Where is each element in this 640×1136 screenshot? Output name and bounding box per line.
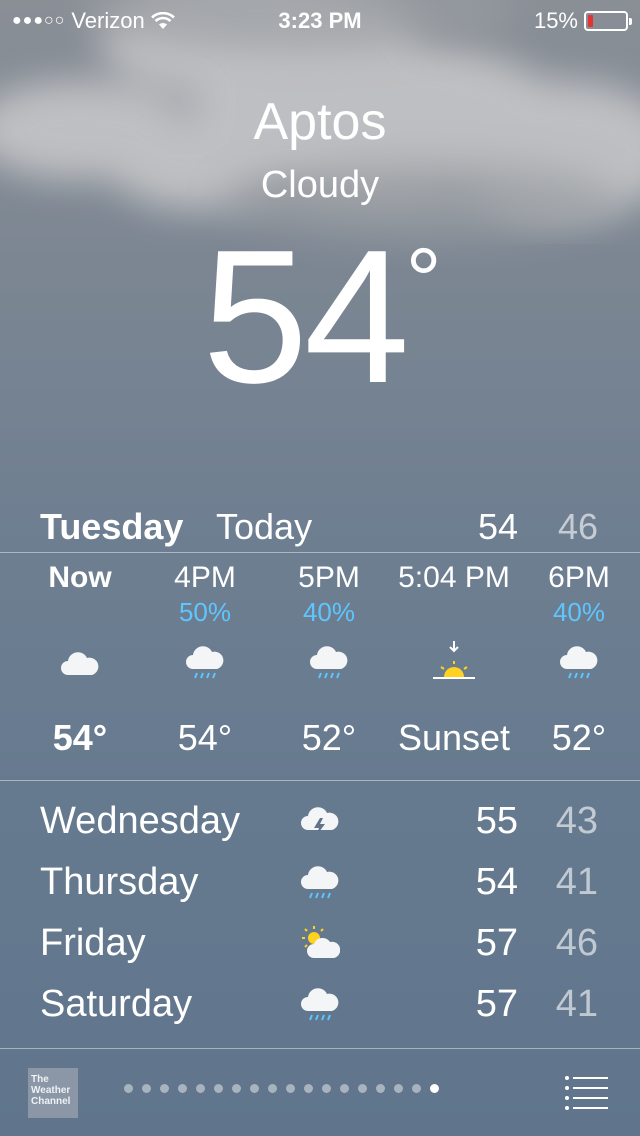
battery-fill xyxy=(588,15,593,27)
hour-temp: 54° xyxy=(52,717,108,758)
hour-column: 5:04 PM Sunset xyxy=(384,560,524,768)
day-high: 57 xyxy=(475,922,518,964)
page-dot[interactable] xyxy=(142,1084,151,1093)
current-temperature: 54° xyxy=(0,222,640,412)
hour-column: 4PM 50% 54° xyxy=(143,560,267,768)
day-low: 41 xyxy=(555,983,598,1025)
day-high: 57 xyxy=(475,983,518,1025)
current-temperature-value: 54 xyxy=(202,211,409,423)
hour-time: 5:04 PM xyxy=(398,561,510,594)
list-icon[interactable] xyxy=(564,1074,608,1110)
page-dot[interactable] xyxy=(214,1084,223,1093)
thunderstorm-icon xyxy=(301,807,339,836)
hour-column: 6PM 40% 52° xyxy=(517,560,640,768)
hour-column: Now 54° xyxy=(18,560,142,768)
day-low: 46 xyxy=(555,922,598,964)
hour-time: 6PM xyxy=(548,561,610,594)
hour-time: 5PM xyxy=(298,561,360,594)
day-low: 43 xyxy=(555,800,598,842)
page-indicator[interactable] xyxy=(124,1084,439,1093)
day-name: Friday xyxy=(40,922,146,964)
today-row: Tuesday Today 54 46 xyxy=(0,502,640,552)
city-name: Aptos xyxy=(253,93,387,151)
hour-temp: 54° xyxy=(177,717,233,758)
page-dot[interactable] xyxy=(340,1084,349,1093)
page-dot[interactable] xyxy=(394,1084,403,1093)
daily-row: Friday 57 46 xyxy=(0,914,640,975)
weather-channel-logo[interactable]: The Weather Channel xyxy=(28,1068,78,1118)
battery-percent: 15% xyxy=(533,8,578,33)
sunset-icon xyxy=(384,628,524,698)
page-dot[interactable] xyxy=(304,1084,313,1093)
page-dot[interactable] xyxy=(376,1084,385,1093)
hour-time: Now xyxy=(48,561,112,594)
rain-cloud-icon xyxy=(517,628,640,698)
daily-row: Thursday 54 41 xyxy=(0,853,640,914)
hour-precip: 40% xyxy=(552,597,606,627)
divider-middle xyxy=(0,780,640,781)
partly-sunny-icon xyxy=(302,926,340,958)
today-low: 46 xyxy=(557,506,598,547)
hour-temp: Sunset xyxy=(397,717,511,758)
today-label: Today xyxy=(216,506,313,547)
today-day-name: Tuesday xyxy=(40,506,184,547)
page-dot[interactable] xyxy=(358,1084,367,1093)
hour-column: 5PM 40% 52° xyxy=(267,560,391,768)
day-high: 54 xyxy=(475,861,518,903)
hour-precip: 50% xyxy=(178,597,232,627)
page-dot[interactable] xyxy=(232,1084,241,1093)
hour-time: 4PM xyxy=(174,561,236,594)
current-condition: Cloudy xyxy=(260,164,380,206)
page-dot[interactable] xyxy=(196,1084,205,1093)
status-bar: ●●●○○ Verizon 3:23 PM 15% xyxy=(0,0,640,40)
hour-temp: 52° xyxy=(301,717,357,758)
day-name: Wednesday xyxy=(40,800,240,842)
today-high: 54 xyxy=(477,506,518,547)
hourly-forecast[interactable]: Now 54° 4PM 50% 54° 5PM 40% 52° 5:04 PM … xyxy=(0,560,640,780)
page-dot[interactable] xyxy=(250,1084,259,1093)
page-dot[interactable] xyxy=(268,1084,277,1093)
rain-cloud-icon xyxy=(301,866,339,899)
hour-precip: 40% xyxy=(302,597,356,627)
degree-symbol: ° xyxy=(405,231,442,331)
rain-cloud-icon xyxy=(267,628,391,698)
page-dot[interactable] xyxy=(430,1084,439,1093)
daily-row: Wednesday 55 43 xyxy=(0,792,640,853)
rain-cloud-icon xyxy=(301,988,339,1021)
day-high: 55 xyxy=(475,800,518,842)
hour-precip xyxy=(18,596,142,628)
cloud-icon xyxy=(18,628,142,698)
day-low: 41 xyxy=(555,861,598,903)
divider-top xyxy=(0,552,640,553)
battery-icon xyxy=(584,11,632,31)
daily-forecast[interactable]: Wednesday 55 43 Thursday 54 41 Friday 57… xyxy=(0,792,640,1036)
hour-precip xyxy=(384,596,524,628)
day-name: Saturday xyxy=(40,983,193,1025)
day-name: Thursday xyxy=(40,861,199,903)
bottom-toolbar: The Weather Channel xyxy=(0,1048,640,1136)
page-dot[interactable] xyxy=(124,1084,133,1093)
status-right: 15% xyxy=(533,8,632,34)
daily-row: Saturday 57 41 xyxy=(0,975,640,1036)
page-dot[interactable] xyxy=(286,1084,295,1093)
rain-cloud-icon xyxy=(143,628,267,698)
page-dot[interactable] xyxy=(322,1084,331,1093)
hour-temp: 52° xyxy=(551,717,607,758)
page-dot[interactable] xyxy=(412,1084,421,1093)
page-dot[interactable] xyxy=(178,1084,187,1093)
page-dot[interactable] xyxy=(160,1084,169,1093)
